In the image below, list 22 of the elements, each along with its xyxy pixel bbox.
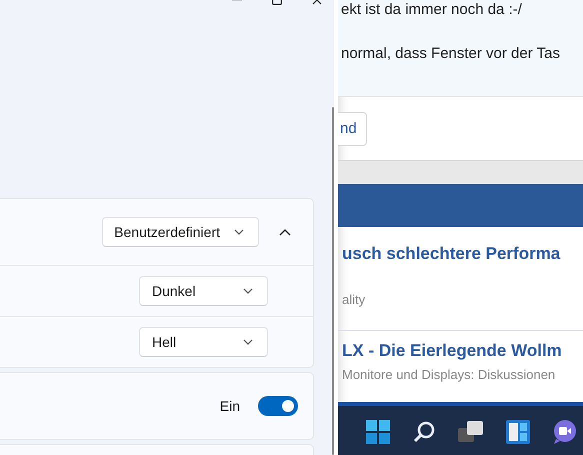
dropdown[interactable]: Benutzerdefiniert (102, 217, 259, 247)
scrollbar[interactable] (332, 107, 334, 455)
post-text: ekt ist da immer noch da :-/ (341, 1, 523, 18)
dropdown[interactable]: Hell (139, 327, 268, 357)
chevron-down-icon (243, 339, 253, 345)
thread-meta: Monitore und Displays: Diskussionen (342, 367, 556, 382)
toggle-switch[interactable] (258, 396, 298, 416)
widgets-icon[interactable] (506, 420, 530, 444)
post-text: normal, dass Fenster vor der Tas (341, 45, 561, 62)
thread-title[interactable]: usch schlechtere Performa (342, 244, 583, 264)
task-view-icon[interactable] (458, 420, 484, 442)
chevron-down-icon (234, 229, 244, 235)
toggle-label: Ein (220, 398, 240, 414)
chevron-down-icon (243, 288, 253, 294)
thread-meta: ality (342, 292, 366, 307)
thread-title[interactable]: LX - Die Eierlegende Wollm (342, 341, 583, 361)
chevron-up-icon (279, 228, 291, 236)
forum-button[interactable]: nd (338, 112, 367, 146)
chat-icon[interactable] (552, 418, 578, 444)
windows-start-icon[interactable] (366, 420, 390, 444)
search-icon[interactable] (412, 420, 436, 444)
dropdown[interactable]: Dunkel (139, 276, 268, 306)
